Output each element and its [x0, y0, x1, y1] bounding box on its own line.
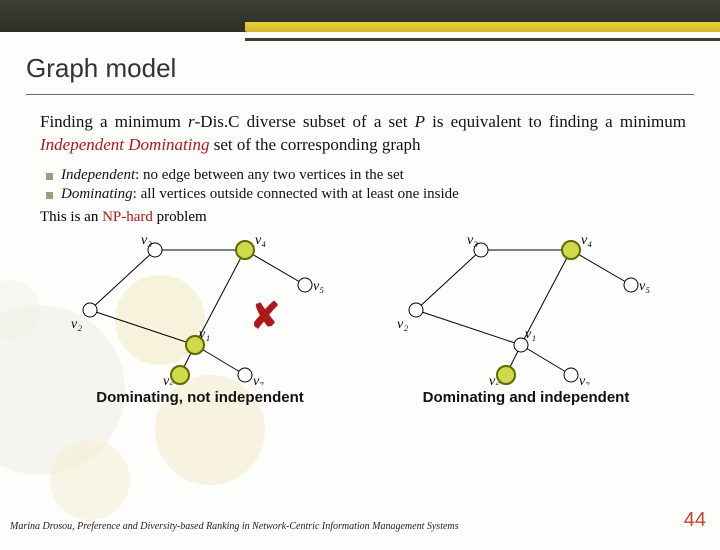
- graph-left: v₁ v₂ v₃ v₄ v₅ v₆ v₇: [45, 230, 355, 385]
- bullet-keyword: Dominating: [61, 186, 133, 202]
- svg-text:v₃: v₃: [467, 233, 478, 248]
- top-bar-accent: [245, 22, 720, 32]
- bullet-icon: [46, 192, 53, 199]
- svg-text:v₂: v₂: [397, 317, 408, 332]
- slide-title: Graph model: [0, 41, 720, 90]
- svg-text:v₅: v₅: [313, 279, 324, 294]
- footer-reference: Marina Drosou, Preference and Diversity-…: [10, 521, 459, 532]
- bullet-icon: [46, 173, 53, 180]
- svg-text:v₃: v₃: [141, 233, 152, 248]
- np-hard-line: This is an NP-hard problem: [40, 209, 686, 226]
- para-text: Finding a minimum: [40, 112, 188, 131]
- bullet-rest: : no edge between any two vertices in th…: [135, 167, 404, 183]
- np-post: problem: [153, 209, 207, 225]
- graph-left-box: v₁ v₂ v₃ v₄ v₅ v₆ v₇ Dominating, not ind…: [40, 230, 360, 406]
- bullet-text: Independent: no edge between any two ver…: [61, 167, 404, 184]
- svg-text:v₁: v₁: [199, 327, 210, 342]
- svg-text:v₇: v₇: [579, 374, 590, 385]
- svg-text:v₆: v₆: [489, 374, 500, 385]
- bullet-rest: : all vertices outside connected with at…: [133, 186, 459, 202]
- main-paragraph: Finding a minimum r-Dis.C diverse subset…: [40, 111, 686, 157]
- graph-right-box: v₁ v₂ v₃ v₄ v₅ v₆ v₇ Dominating and inde…: [366, 230, 686, 406]
- svg-text:v₁: v₁: [525, 327, 536, 342]
- footer: Marina Drosou, Preference and Diversity-…: [10, 509, 706, 532]
- para-text: is equivalent to finding a minimum: [425, 112, 686, 131]
- content-area: Finding a minimum r-Dis.C diverse subset…: [0, 95, 720, 406]
- svg-text:v₆: v₆: [163, 374, 174, 385]
- para-text: set of the corresponding graph: [210, 135, 421, 154]
- bullet-keyword: Independent: [61, 167, 135, 183]
- bullet-item: Independent: no edge between any two ver…: [46, 167, 686, 184]
- graph-right: v₁ v₂ v₃ v₄ v₅ v₆ v₇: [371, 230, 681, 385]
- svg-text:v₂: v₂: [71, 317, 82, 332]
- svg-text:v₄: v₄: [581, 233, 592, 248]
- np-hard: NP-hard: [102, 209, 153, 225]
- para-r: r: [188, 112, 195, 131]
- accent-line: [245, 38, 720, 41]
- np-pre: This is an: [40, 209, 102, 225]
- para-P: P: [415, 112, 425, 131]
- page-number: 44: [684, 509, 706, 532]
- bullet-item: Dominating: all vertices outside connect…: [46, 186, 686, 203]
- bullet-text: Dominating: all vertices outside connect…: [61, 186, 459, 203]
- svg-text:v₇: v₇: [253, 374, 264, 385]
- top-bar: [0, 0, 720, 32]
- para-text: -Dis.C diverse subset of a set: [195, 112, 415, 131]
- cross-mark-icon: ✘: [250, 295, 280, 337]
- para-redterm: Independent Dominating: [40, 135, 210, 154]
- svg-text:v₄: v₄: [255, 233, 266, 248]
- svg-text:v₅: v₅: [639, 279, 650, 294]
- caption-right: Dominating and independent: [366, 389, 686, 406]
- graphs-row: v₁ v₂ v₃ v₄ v₅ v₆ v₇ Dominating, not ind…: [40, 230, 686, 406]
- caption-left: Dominating, not independent: [40, 389, 360, 406]
- bullet-list: Independent: no edge between any two ver…: [40, 167, 686, 203]
